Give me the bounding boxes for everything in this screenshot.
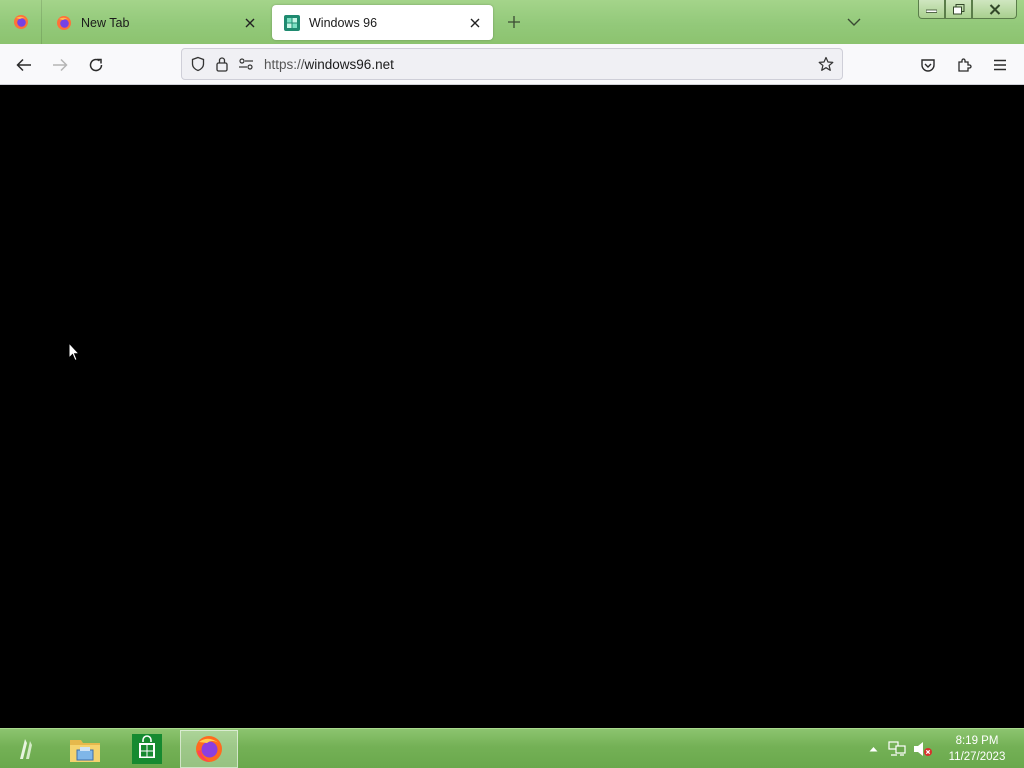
volume-muted-icon <box>914 742 932 756</box>
taskbar-file-explorer[interactable] <box>60 730 110 768</box>
forward-button[interactable] <box>47 52 73 78</box>
file-explorer-icon <box>70 740 100 762</box>
new-tab-button[interactable] <box>503 11 525 33</box>
pocket-button[interactable] <box>915 52 941 78</box>
url-text[interactable]: https://windows96.net <box>264 57 814 72</box>
network-icon <box>888 741 906 756</box>
tab-windows-96[interactable]: Windows 96 <box>272 5 493 40</box>
firefox-icon <box>13 15 28 29</box>
open-menu-button[interactable] <box>987 52 1013 78</box>
extensions-button[interactable] <box>951 52 977 78</box>
tab-title: Windows 96 <box>309 15 378 30</box>
chevron-up-icon <box>869 747 877 752</box>
windows96-favicon <box>284 14 300 31</box>
back-button[interactable] <box>11 52 37 78</box>
close-tab-icon[interactable] <box>465 13 485 33</box>
restore-icon <box>952 3 964 14</box>
window-controls <box>918 0 1017 20</box>
back-arrow-icon <box>16 58 31 72</box>
list-all-tabs-button[interactable] <box>843 11 865 33</box>
close-window-button[interactable] <box>972 0 1017 19</box>
web-page-content[interactable] <box>0 85 1024 728</box>
clock-date: 11/27/2023 <box>948 751 1006 763</box>
address-bar[interactable]: https://windows96.net <box>181 48 843 80</box>
show-hidden-icons-button[interactable] <box>866 729 880 768</box>
tab-new-tab[interactable]: New Tab <box>44 5 268 40</box>
minimize-button[interactable] <box>918 0 945 19</box>
store-icon <box>132 734 162 764</box>
site-permissions-icon[interactable] <box>234 52 258 76</box>
firefox-icon <box>57 15 71 30</box>
start-logo-icon <box>20 739 32 759</box>
puzzle-piece-icon <box>958 58 972 72</box>
taskbar-store[interactable] <box>120 730 174 768</box>
url-host: windows96.net <box>304 56 394 72</box>
reload-button[interactable] <box>83 52 109 78</box>
pinned-tab-firefox[interactable] <box>0 0 42 44</box>
network-tray-icon[interactable] <box>886 729 908 768</box>
restore-button[interactable] <box>945 0 972 19</box>
pocket-icon <box>921 58 935 72</box>
chevron-down-icon <box>847 18 861 26</box>
navigation-toolbar: https://windows96.net <box>0 44 1024 85</box>
start-button[interactable] <box>2 730 52 768</box>
taskbar-firefox[interactable] <box>180 730 238 768</box>
close-tab-icon[interactable] <box>240 13 260 33</box>
url-scheme: https:// <box>264 56 305 72</box>
tab-strip: New Tab Windows 96 <box>0 0 1024 44</box>
firefox-icon <box>196 736 222 762</box>
volume-tray-icon[interactable] <box>911 729 935 768</box>
bookmark-star-icon[interactable] <box>814 52 838 76</box>
taskbar: 8:19 PM 11/27/2023 <box>0 728 1024 768</box>
close-icon <box>989 3 1000 15</box>
taskbar-clock[interactable]: 8:19 PM 11/27/2023 <box>942 733 1012 765</box>
minimize-icon <box>926 9 937 13</box>
forward-arrow-icon <box>53 58 68 72</box>
clock-time: 8:19 PM <box>955 735 999 747</box>
reload-icon <box>89 58 103 72</box>
lock-icon[interactable] <box>210 52 234 76</box>
hamburger-menu-icon <box>994 59 1006 71</box>
tab-title: New Tab <box>81 15 130 30</box>
plus-icon <box>508 16 520 28</box>
tracking-protection-shield-icon[interactable] <box>186 52 210 76</box>
mouse-cursor-icon <box>68 342 80 362</box>
